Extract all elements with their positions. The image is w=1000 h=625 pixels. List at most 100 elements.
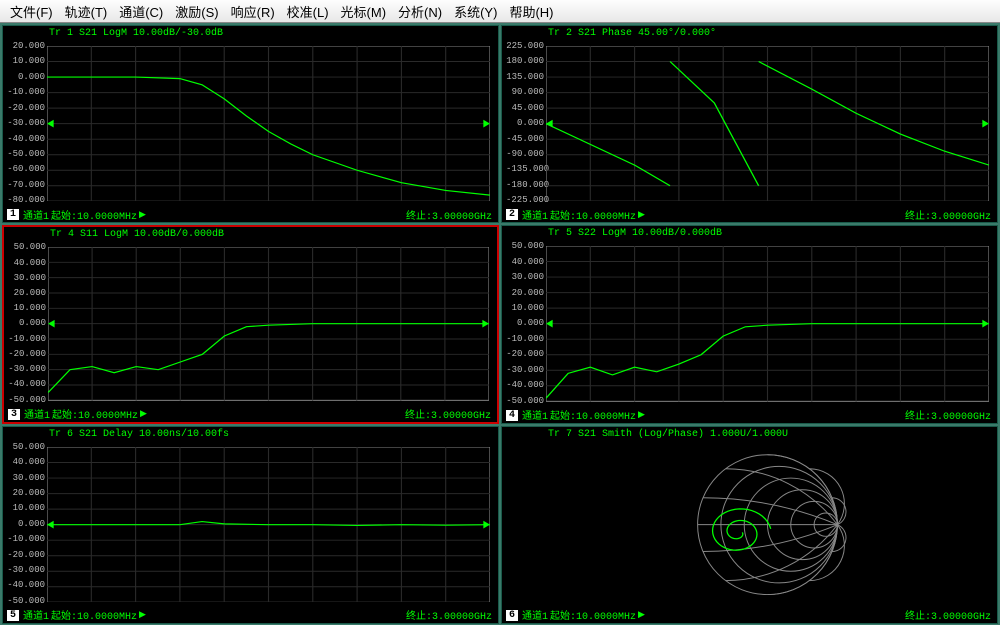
stop-freq-label: 终止:3.00000GHz	[405, 406, 491, 422]
menu-item-5[interactable]: 校准(L)	[281, 0, 335, 23]
y-tick-label: -10.000	[7, 88, 45, 97]
menu-item-9[interactable]: 帮助(H)	[503, 0, 559, 23]
stop-freq-label: 终止:3.00000GHz	[406, 207, 492, 223]
menu-item-3[interactable]: 激励(S)	[169, 0, 224, 23]
y-tick-label: -90.000	[506, 150, 544, 159]
menu-bar: 文件(F)轨迹(T)通道(C)激励(S)响应(R)校准(L)光标(M)分析(N)…	[0, 0, 1000, 23]
triangle-icon: ▶	[140, 409, 147, 419]
stop-freq-label: 终止:3.00000GHz	[406, 607, 492, 623]
y-tick-label: -30.000	[7, 566, 45, 575]
y-tick-label: -45.000	[506, 135, 544, 144]
y-tick-label: 20.000	[506, 289, 544, 298]
y-tick-label: 10.000	[7, 504, 45, 513]
y-tick-label: 10.000	[506, 304, 544, 313]
channel-label: 通道1	[24, 406, 50, 422]
y-tick-label: -10.000	[506, 335, 544, 344]
start-freq-label: 起始:10.0000MHz	[550, 407, 636, 423]
start-freq-label: 起始:10.0000MHz	[52, 406, 138, 422]
y-tick-label: 40.000	[506, 258, 544, 267]
y-tick-label: -225.000	[506, 196, 544, 205]
chart-panel-1[interactable]: Tr 1 S21 LogM 10.00dB/-30.0dB 20.00010.0…	[2, 25, 499, 223]
channel-number-badge: 5	[7, 610, 19, 621]
plot-area[interactable]	[506, 443, 989, 606]
y-tick-label: -60.000	[7, 165, 45, 174]
start-freq-label: 起始:10.0000MHz	[51, 207, 137, 223]
y-axis-labels: 20.00010.0000.000-10.000-20.000-30.000-4…	[7, 42, 45, 205]
y-tick-label: -50.000	[7, 150, 45, 159]
chart-panel-5[interactable]: Tr 6 S21 Delay 10.00ns/10.00fs 5 0.000 40.…	[2, 426, 499, 624]
y-tick-label: -40.000	[8, 380, 46, 389]
start-freq-label: 起始:10.0000MHz	[550, 607, 636, 623]
triangle-icon: ▶	[638, 210, 645, 220]
y-tick-label: 40.000	[7, 458, 45, 467]
y-tick-label: 0.000	[7, 73, 45, 82]
menu-item-7[interactable]: 分析(N)	[392, 0, 448, 23]
chart-panel-4[interactable]: Tr 5 S22 LogM 10.00dB/0.000dB 50.00040.0…	[501, 225, 998, 423]
y-tick-label: 10.000	[7, 57, 45, 66]
plot-area[interactable]: 50.00040.00030.00020.00010.0000.000-10.0…	[8, 243, 489, 404]
y-tick-label: -50.000	[506, 397, 544, 406]
triangle-icon: ▶	[638, 410, 645, 420]
channel-number-badge: 3	[8, 409, 20, 420]
y-tick-label: -180.000	[506, 181, 544, 190]
y-tick-label: -20.000	[506, 350, 544, 359]
menu-item-8[interactable]: 系统(Y)	[448, 0, 503, 23]
y-tick-label: 180.000	[506, 57, 544, 66]
y-tick-label: 90.000	[506, 88, 544, 97]
y-tick-label: 225.000	[506, 42, 544, 51]
y-tick-label: -70.000	[7, 181, 45, 190]
panel-status-bar: 5 通道1 起始:10.0000MHz ▶ 终止:3.00000GHz	[3, 608, 498, 623]
panel-status-bar: 3 通道1 起始:10.0000MHz ▶ 终止:3.00000GHz	[4, 407, 497, 422]
y-tick-label: -10.000	[7, 535, 45, 544]
y-tick-label: 0.000	[7, 520, 45, 529]
menu-item-4[interactable]: 响应(R)	[225, 0, 281, 23]
plot-area[interactable]: 225.000180.000135.00090.00045.0000.000-4…	[506, 42, 989, 205]
y-axis-labels: 225.000180.000135.00090.00045.0000.000-4…	[506, 42, 544, 205]
y-tick-label: 30.000	[506, 273, 544, 282]
chart-panel-6[interactable]: Tr 7 S21 Smith (Log/Phase) 1.000U/1.000U…	[501, 426, 998, 624]
stop-freq-label: 终止:3.00000GHz	[905, 207, 991, 223]
menu-item-6[interactable]: 光标(M)	[335, 0, 393, 23]
channel-number-badge: 6	[506, 610, 518, 621]
chart-panel-2[interactable]: Tr 2 S21 Phase 45.00°/0.000° 225.000180.…	[501, 25, 998, 223]
y-tick-label: 0.000	[506, 119, 544, 128]
y-tick-label: -30.000	[506, 366, 544, 375]
panel-status-bar: 1 通道1 起始:10.0000MHz ▶ 终止:3.00000GHz	[3, 207, 498, 222]
start-freq-label: 起始:10.0000MHz	[51, 607, 137, 623]
chart-panel-3[interactable]: Tr 4 S11 LogM 10.00dB/0.000dB 50.00040.0…	[2, 225, 499, 423]
start-freq-label: 起始:10.0000MHz	[550, 207, 636, 223]
menu-item-1[interactable]: 轨迹(T)	[59, 0, 114, 23]
y-tick-label: 135.000	[506, 73, 544, 82]
y-tick-label: 20.000	[7, 42, 45, 51]
y-tick-label: -10.000	[8, 335, 46, 344]
menu-item-0[interactable]: 文件(F)	[4, 0, 59, 23]
y-tick-label: -80.000	[7, 196, 45, 205]
y-axis-labels: 50.00040.00030.00020.00010.0000.000-10.0…	[8, 243, 46, 404]
y-tick-label: 20.000	[7, 489, 45, 498]
channel-label: 通道1	[522, 207, 548, 223]
y-tick-label: -30.000	[7, 119, 45, 128]
plot-area[interactable]: 20.00010.0000.000-10.000-20.000-30.000-4…	[7, 42, 490, 205]
y-tick-label: 50.000	[506, 242, 544, 251]
trace-label: Tr 7 S21 Smith (Log/Phase) 1.000U/1.000U	[502, 427, 997, 441]
y-axis-labels: 50.00040.00030.00020.00010.0000.000-10.0…	[506, 242, 544, 405]
stop-freq-label: 终止:3.00000GHz	[905, 607, 991, 623]
panel-status-bar: 4 通道1 起始:10.0000MHz ▶ 终止:3.00000GHz	[502, 408, 997, 423]
trace-label: Tr 6 S21 Delay 10.00ns/10.00fs	[3, 427, 498, 441]
y-tick-label: 50.000	[8, 243, 46, 252]
y-tick-label: -40.000	[506, 381, 544, 390]
y-tick-label: -20.000	[8, 350, 46, 359]
plot-area[interactable]: 50.00040.00030.00020.00010.0000.000-10.0…	[7, 443, 490, 606]
plot-area[interactable]: 50.00040.00030.00020.00010.0000.000-10.0…	[506, 242, 989, 405]
y-tick-label: 0.000	[8, 319, 46, 328]
channel-number-badge: 4	[506, 410, 518, 421]
y-tick-label: 40.000	[8, 259, 46, 268]
menu-item-2[interactable]: 通道(C)	[113, 0, 169, 23]
stop-freq-label: 终止:3.00000GHz	[905, 407, 991, 423]
triangle-icon: ▶	[638, 610, 645, 620]
channel-number-badge: 1	[7, 209, 19, 220]
panel-status-bar: 2 通道1 起始:10.0000MHz ▶ 终止:3.00000GHz	[502, 207, 997, 222]
y-tick-label: 30.000	[7, 474, 45, 483]
triangle-icon: ▶	[139, 610, 146, 620]
y-tick-label: -20.000	[7, 104, 45, 113]
